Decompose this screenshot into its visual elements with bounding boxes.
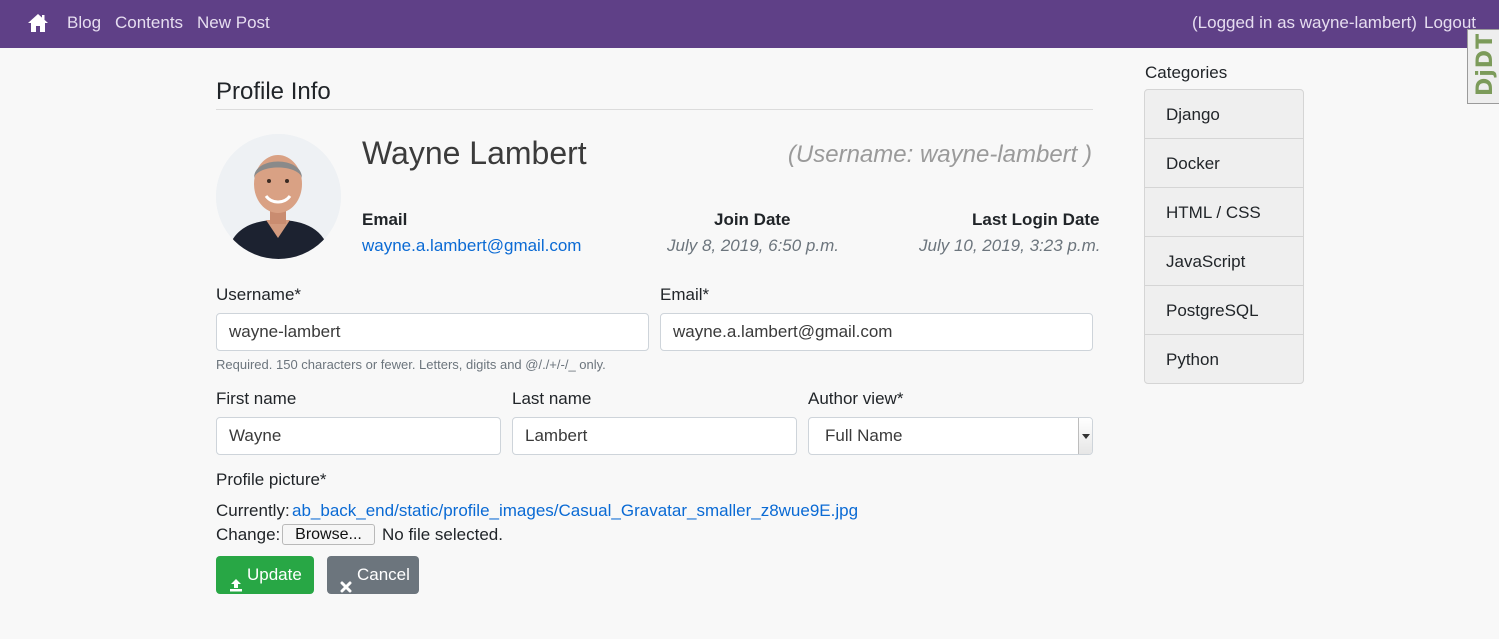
debug-toolbar-handle[interactable]: DjDT [1467,29,1499,104]
last-name-label: Last name [512,389,592,408]
profile-picture-label: Profile picture* [216,470,327,489]
close-icon [340,569,352,607]
nav-link-blog[interactable]: Blog [67,13,101,33]
username-input[interactable]: wayne-lambert [216,313,649,351]
cancel-button[interactable]: Cancel [327,556,419,594]
last-name-input[interactable]: Lambert [512,417,797,455]
title-divider [216,109,1093,110]
update-button[interactable]: Update [216,556,314,594]
categories-list: Django Docker HTML / CSS JavaScript Post… [1144,89,1304,384]
category-item-javascript[interactable]: JavaScript [1145,237,1303,286]
currently-label: Currently: [216,501,290,520]
first-name-input[interactable]: Wayne [216,417,501,455]
profile-username-note: (Username: wayne-lambert ) [787,141,1092,168]
no-file-selected-text: No file selected. [382,525,503,544]
author-view-selected: Full Name [825,426,903,445]
home-icon[interactable] [27,13,49,33]
nav-link-new-post[interactable]: New Post [197,13,270,33]
username-help-text: Required. 150 characters or fewer. Lette… [216,357,606,372]
avatar [216,134,341,259]
page-title: Profile Info [216,78,331,105]
first-name-label: First name [216,389,297,408]
category-item-postgresql[interactable]: PostgreSQL [1145,286,1303,335]
cancel-label: Cancel [357,565,410,584]
categories-title: Categories [1145,63,1228,82]
current-picture-link[interactable]: ab_back_end/static/profile_images/Casual… [292,501,858,521]
email-label: Email [362,210,408,229]
debug-toolbar-label: DjDT [1473,32,1498,96]
username-label: Username* [216,285,302,304]
browse-button[interactable]: Browse... [282,524,375,545]
author-view-select[interactable]: Full Name [808,417,1093,455]
email-link[interactable]: wayne.a.lambert@gmail.com [362,236,581,256]
upload-icon [229,568,243,606]
category-item-python[interactable]: Python [1145,335,1303,383]
top-navbar: Blog Contents New Post (Logged in as way… [0,0,1499,48]
email-field-label: Email* [660,285,710,304]
chevron-down-icon[interactable] [1078,418,1092,454]
email-field[interactable]: wayne.a.lambert@gmail.com [660,313,1093,351]
category-item-html-css[interactable]: HTML / CSS [1145,188,1303,237]
update-label: Update [247,565,302,584]
logged-in-status: (Logged in as wayne-lambert) [1192,13,1417,32]
last-login-value: July 10, 2019, 3:23 p.m. [919,236,1101,255]
join-date-value: July 8, 2019, 6:50 p.m. [667,236,839,255]
join-date-label: Join Date [714,210,791,229]
nav-link-contents[interactable]: Contents [115,13,183,33]
change-label: Change: [216,525,281,544]
last-login-label: Last Login Date [972,210,1100,229]
category-item-docker[interactable]: Docker [1145,139,1303,188]
category-item-django[interactable]: Django [1145,90,1303,139]
profile-full-name: Wayne Lambert [362,135,587,171]
author-view-label: Author view* [808,389,904,408]
